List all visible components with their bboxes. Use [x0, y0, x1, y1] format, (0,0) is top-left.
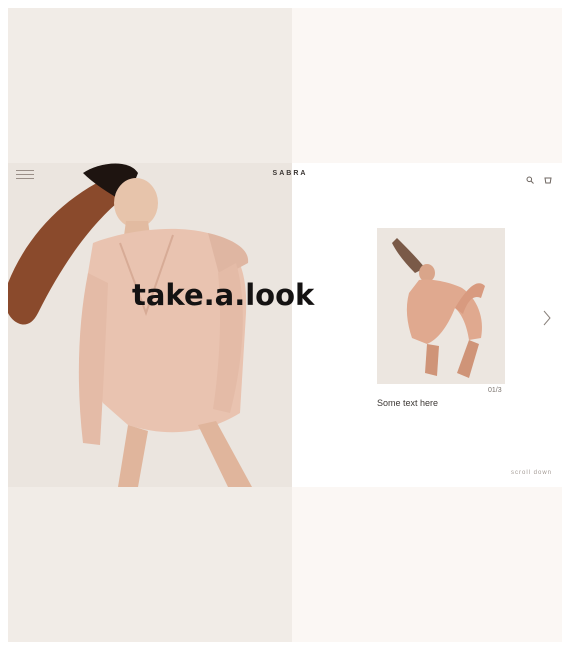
background-block-top-left	[8, 8, 292, 163]
chevron-right-icon[interactable]	[542, 309, 552, 327]
background-block-bottom-right	[292, 487, 562, 642]
menu-icon[interactable]	[16, 170, 34, 180]
card-index: 01/3	[488, 387, 502, 394]
background-block-top-right	[292, 8, 562, 163]
hero-model-illustration	[8, 163, 292, 487]
card-model-illustration	[377, 228, 505, 384]
search-icon[interactable]	[526, 171, 534, 184]
header-icons	[526, 171, 552, 184]
background-block-bottom-left	[8, 487, 292, 642]
brand-logo[interactable]: SABRA	[270, 170, 310, 177]
product-card-image[interactable]	[377, 228, 505, 384]
cart-icon[interactable]	[544, 171, 552, 184]
hero-image	[8, 163, 292, 487]
card-title: Some text here	[377, 398, 439, 408]
scroll-down-link[interactable]: scroll down	[511, 470, 552, 476]
hero-headline: take.a.look	[132, 278, 315, 312]
